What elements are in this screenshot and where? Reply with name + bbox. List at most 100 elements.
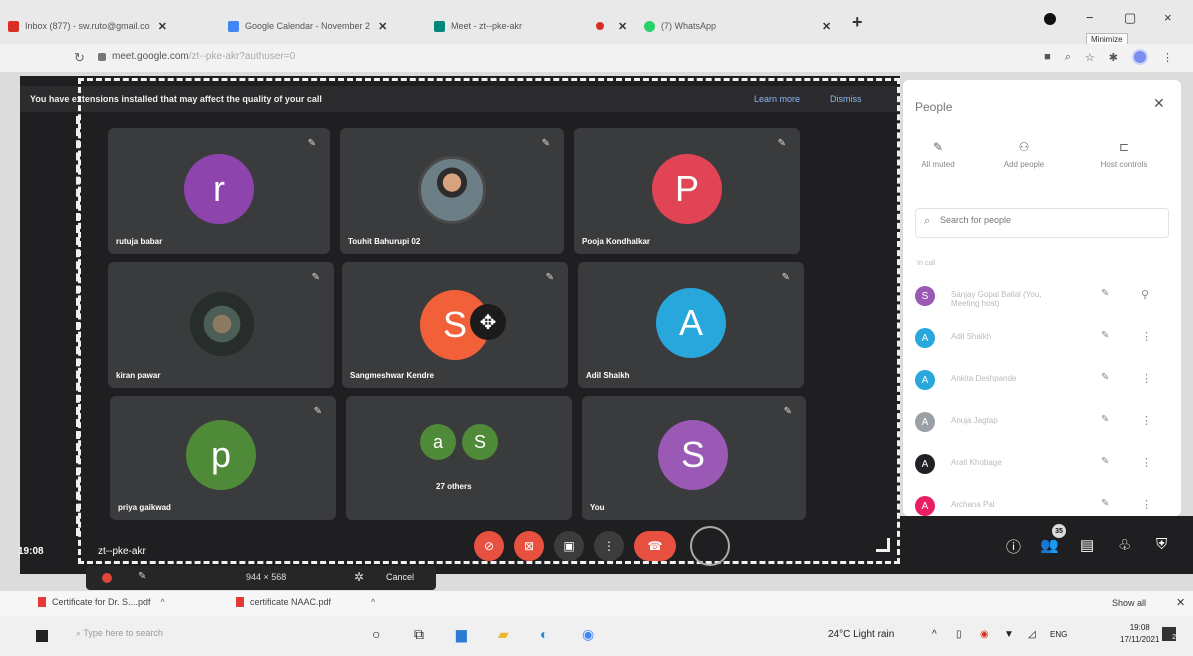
host-controls-icon[interactable]: ⛨ [1156, 536, 1167, 553]
dismiss-button[interactable]: Dismiss [830, 94, 862, 104]
notification-center-icon[interactable]: 2 [1162, 627, 1176, 641]
minimize-button[interactable]: − [1086, 10, 1094, 25]
windows-start-icon[interactable] [36, 630, 48, 642]
reload-icon[interactable]: ↻ [74, 50, 85, 66]
more-vert-icon[interactable]: ⋮ [1141, 372, 1152, 385]
lock-icon[interactable] [98, 53, 106, 61]
battery-icon[interactable]: ▯ [956, 629, 962, 640]
weather-status[interactable]: 24°C Light rain [828, 629, 894, 640]
participant-tile[interactable]: ✎ S ✥ Sangmeshwar Kendre [342, 262, 568, 388]
activities-icon[interactable]: ♧ [1118, 536, 1131, 554]
new-tab-button[interactable]: + [852, 12, 863, 33]
tab-whatsapp[interactable]: (7) WhatsApp [644, 14, 716, 38]
close-tab-icon[interactable]: ✕ [378, 20, 387, 33]
host-controls-button[interactable]: ⊏ Host controls [1089, 140, 1159, 169]
close-tab-icon[interactable]: ✕ [822, 14, 831, 38]
close-icon[interactable]: ✕ [1176, 596, 1185, 609]
avatar: S [915, 286, 935, 306]
move-drag-icon[interactable]: ✥ [470, 304, 506, 340]
mic-off-icon[interactable]: ✎ [138, 571, 146, 582]
search-input[interactable] [940, 215, 1160, 225]
mute-all-button[interactable]: ✎ All muted [903, 140, 973, 169]
chevron-up-icon[interactable]: ^ [932, 629, 937, 640]
list-item[interactable]: A Arati Khobage ✎ ⋮ [915, 452, 1173, 476]
participant-tile[interactable]: ✎ kiran pawar [108, 262, 334, 388]
info-icon[interactable]: ⓘ [1006, 536, 1021, 557]
microphone-icon[interactable]: ▼ [1004, 629, 1014, 640]
whatsapp-icon [644, 20, 655, 32]
learn-more-link[interactable]: Learn more [754, 94, 800, 104]
mic-off-icon[interactable]: ✎ [1101, 456, 1109, 467]
chat-icon[interactable]: ▤ [1080, 536, 1094, 554]
taskbar-clock[interactable]: 19:08 17/11/2021 [1120, 622, 1159, 646]
gear-icon[interactable]: ✲ [354, 570, 364, 584]
store-icon[interactable]: ▆ [456, 626, 467, 643]
edge-icon[interactable]: ◐ [540, 626, 548, 642]
more-vert-icon[interactable]: ⋮ [1141, 456, 1152, 469]
task-view-icon[interactable]: ⧉ [414, 626, 424, 643]
mic-off-icon[interactable]: ✎ [1101, 372, 1109, 383]
record-button[interactable] [102, 573, 112, 583]
participant-tile[interactable]: ✎ p priya gaikwad [110, 396, 336, 520]
zoom-icon[interactable]: ⌕ [1065, 51, 1071, 64]
present-button[interactable]: ▣ [554, 531, 584, 561]
tab-recording[interactable]: ✕ [596, 14, 627, 38]
participant-tile[interactable]: ✎ S You [582, 396, 806, 520]
file-explorer-icon[interactable]: ▰ [498, 626, 509, 643]
people-icon[interactable]: 👥 [1040, 536, 1059, 554]
cortana-icon[interactable]: ○ [372, 626, 380, 642]
show-all-button[interactable]: Show all [1112, 598, 1146, 608]
more-vert-icon[interactable]: ⋮ [1141, 498, 1152, 511]
more-options-button[interactable]: ⋮ [594, 531, 624, 561]
chevron-up-icon[interactable]: ^ [161, 597, 165, 607]
download-item[interactable]: Certificate for Dr. S....pdf ^ [38, 597, 165, 607]
extensions-icon[interactable]: ✱ [1109, 51, 1118, 64]
participant-tile[interactable]: ✎ Touhit Bahurupi 02 [340, 128, 564, 254]
leave-call-button[interactable]: ☎ [634, 531, 676, 561]
list-item[interactable]: S Sanjay Gopal Ballal (You, Meeting host… [915, 284, 1173, 308]
more-vert-icon[interactable]: ⋮ [1141, 330, 1152, 343]
profile-avatar[interactable] [1132, 49, 1148, 65]
camera-toggle-button[interactable]: ⊠ [514, 531, 544, 561]
action-label: All muted [921, 160, 955, 169]
close-window-button[interactable]: × [1164, 10, 1172, 25]
chevron-up-icon[interactable]: ^ [371, 597, 375, 607]
participant-tile[interactable]: ✎ P Pooja Kondhalkar [574, 128, 800, 254]
close-tab-icon[interactable]: ✕ [158, 20, 167, 33]
more-vert-icon[interactable]: ⋮ [1141, 414, 1152, 427]
list-item[interactable]: A Ankita Deshpande ✎ ⋮ [915, 368, 1173, 392]
mic-off-icon[interactable]: ✎ [1101, 414, 1109, 425]
mic-off-icon[interactable]: ✎ [1101, 498, 1109, 509]
menu-icon[interactable]: ⋮ [1162, 51, 1173, 64]
avatar: A [915, 412, 935, 432]
camera-icon[interactable]: ■ [1044, 51, 1051, 63]
mic-off-icon[interactable]: ✎ [1101, 288, 1109, 299]
restore-button[interactable]: ▢ [1124, 10, 1136, 26]
resize-corner[interactable] [876, 538, 890, 552]
chrome-tray-icon[interactable]: ◉ [980, 629, 989, 640]
download-item[interactable]: certificate NAAC.pdf ^ [236, 597, 375, 607]
chrome-icon[interactable]: ◉ [582, 626, 594, 643]
taskbar-search[interactable]: ⌕ Type here to search [76, 628, 163, 639]
participant-tile[interactable]: ✎ r rutuja babar [108, 128, 330, 254]
network-icon[interactable]: ◿ [1028, 629, 1036, 640]
tab-calendar[interactable]: Google Calendar - November 2 ✕ [228, 14, 387, 38]
bookmark-star-icon[interactable]: ☆ [1085, 51, 1095, 64]
list-item[interactable]: A Archana Pal ✎ ⋮ [915, 494, 1173, 516]
close-tab-icon[interactable]: ✕ [618, 20, 627, 33]
url-field[interactable]: meet.google.com/zt--pke-akr?authuser=0 [112, 51, 295, 62]
list-item[interactable]: A Anuja Jagtap ✎ ⋮ [915, 410, 1173, 434]
mic-toggle-button[interactable]: ⊘ [474, 531, 504, 561]
tab-gmail[interactable]: Inbox (877) - sw.ruto@gmail.co ✕ [8, 14, 167, 38]
mic-off-icon[interactable]: ✎ [1101, 330, 1109, 341]
mic-off-icon: ✎ [307, 138, 316, 149]
close-icon[interactable]: ✕ [1153, 95, 1165, 112]
others-tile[interactable]: a S 27 others [346, 396, 572, 520]
list-item[interactable]: A Adil Shaikh ✎ ⋮ [915, 326, 1173, 350]
add-people-button[interactable]: ⚇ Add people [989, 140, 1059, 169]
participant-tile[interactable]: ✎ A Adil Shaikh [578, 262, 804, 388]
tab-meet[interactable]: Meet - zt--pke-akr [434, 14, 522, 38]
pin-icon[interactable]: ⚲ [1141, 288, 1149, 301]
cancel-button[interactable]: Cancel [386, 572, 414, 582]
language-indicator[interactable]: ENG [1050, 630, 1067, 639]
